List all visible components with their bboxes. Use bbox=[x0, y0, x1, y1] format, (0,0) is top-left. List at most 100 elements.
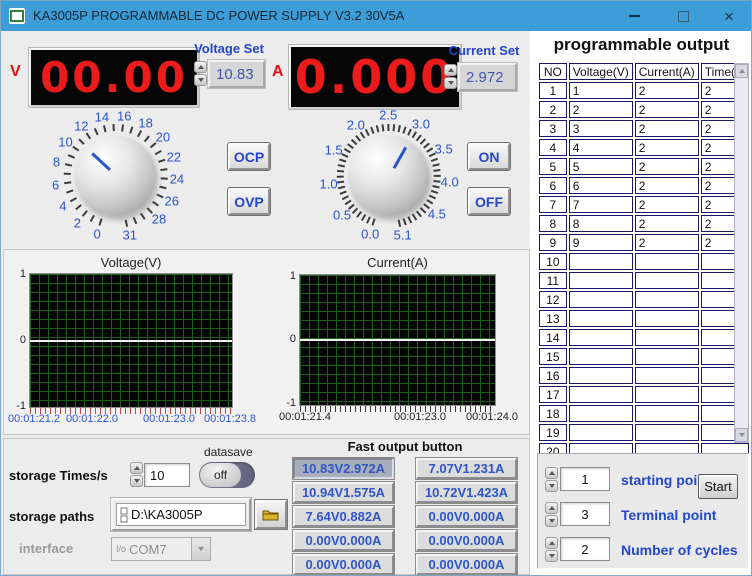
dial-tick bbox=[376, 125, 379, 132]
fast-output-button[interactable]: 10.72V1.423A bbox=[416, 482, 517, 503]
current-decrement-button[interactable] bbox=[444, 77, 457, 89]
fast-output-button[interactable]: 0.00V0.000A bbox=[293, 554, 394, 575]
ocp-button[interactable]: OCP bbox=[228, 143, 270, 170]
terminal-point-decrement-button[interactable] bbox=[545, 515, 558, 527]
dial-tick bbox=[344, 148, 351, 153]
table-scrollbar[interactable] bbox=[734, 63, 749, 443]
dial-tick bbox=[103, 125, 106, 132]
off-button[interactable]: OFF bbox=[468, 188, 510, 215]
cycles-input[interactable] bbox=[561, 541, 609, 558]
column-header-no[interactable]: NO bbox=[539, 63, 567, 80]
table-cell[interactable]: 8 bbox=[569, 215, 633, 232]
starting-point-increment-button[interactable] bbox=[545, 467, 558, 479]
table-cell[interactable] bbox=[635, 386, 699, 403]
table-cell[interactable]: 2 bbox=[635, 101, 699, 118]
fast-output-button[interactable]: 10.83V2.972A bbox=[293, 458, 394, 479]
browse-folder-button[interactable] bbox=[255, 500, 287, 529]
voltage-increment-button[interactable] bbox=[194, 61, 207, 73]
storage-path-input[interactable] bbox=[129, 507, 236, 522]
table-cell[interactable] bbox=[569, 424, 633, 441]
table-cell[interactable]: 6 bbox=[569, 177, 633, 194]
fast-output-button[interactable]: 0.00V0.000A bbox=[293, 530, 394, 551]
terminal-point-input[interactable] bbox=[561, 506, 609, 523]
scrollbar-up-icon[interactable] bbox=[735, 64, 748, 78]
current-increment-button[interactable] bbox=[444, 64, 457, 76]
table-cell[interactable]: 9 bbox=[569, 234, 633, 251]
dial-tick bbox=[433, 185, 440, 188]
table-cell[interactable]: 2 bbox=[569, 101, 633, 118]
voltage-set-spinner bbox=[194, 61, 207, 86]
table-cell[interactable] bbox=[635, 329, 699, 346]
table-cell[interactable]: 2 bbox=[635, 139, 699, 156]
table-cell[interactable] bbox=[569, 253, 633, 270]
storage-times-increment-button[interactable] bbox=[130, 462, 143, 474]
table-cell[interactable] bbox=[635, 405, 699, 422]
table-cell[interactable]: 1 bbox=[569, 82, 633, 99]
dial-tick bbox=[342, 196, 349, 200]
table-cell[interactable] bbox=[569, 348, 633, 365]
table-cell[interactable]: 7 bbox=[569, 196, 633, 213]
table-cell[interactable] bbox=[569, 310, 633, 327]
dial-tick bbox=[420, 138, 426, 144]
interface-label: interface bbox=[19, 541, 73, 556]
table-row-number: 10 bbox=[539, 253, 567, 270]
table-cell[interactable]: 2 bbox=[635, 215, 699, 232]
starting-point-input[interactable] bbox=[561, 471, 609, 488]
on-button[interactable]: ON bbox=[468, 143, 510, 170]
fast-output-button[interactable]: 0.00V0.000A bbox=[416, 506, 517, 527]
table-cell[interactable]: 2 bbox=[635, 196, 699, 213]
minimize-icon[interactable] bbox=[614, 1, 654, 31]
dial-tick bbox=[153, 201, 160, 206]
fast-output-button[interactable]: 7.64V0.882A bbox=[293, 506, 394, 527]
close-icon[interactable]: × bbox=[709, 1, 749, 31]
maximize-icon[interactable] bbox=[663, 1, 703, 31]
table-cell[interactable]: 2 bbox=[635, 234, 699, 251]
cycles-decrement-button[interactable] bbox=[545, 550, 558, 562]
ovp-button[interactable]: OVP bbox=[228, 188, 270, 215]
storage-times-input[interactable] bbox=[145, 464, 189, 486]
table-cell[interactable] bbox=[635, 253, 699, 270]
table-cell[interactable]: 3 bbox=[569, 120, 633, 137]
table-cell[interactable] bbox=[635, 310, 699, 327]
table-cell[interactable] bbox=[635, 291, 699, 308]
table-cell[interactable]: 2 bbox=[635, 158, 699, 175]
table-cell[interactable] bbox=[569, 367, 633, 384]
datasave-toggle[interactable]: off bbox=[199, 462, 255, 488]
table-row: 8822 bbox=[539, 215, 749, 232]
storage-times-decrement-button[interactable] bbox=[130, 475, 143, 487]
fast-output-button[interactable]: 0.00V0.000A bbox=[416, 530, 517, 551]
interface-dropdown[interactable]: I/o COM7 bbox=[111, 537, 211, 561]
fast-output-title: Fast output button bbox=[291, 439, 519, 454]
starting-point-decrement-button[interactable] bbox=[545, 480, 558, 492]
column-header-current[interactable]: Current(A) bbox=[635, 63, 699, 80]
table-cell[interactable]: 4 bbox=[569, 139, 633, 156]
title-bar: KA3005P PROGRAMMABLE DC POWER SUPPLY V3.… bbox=[1, 1, 752, 31]
table-cell[interactable]: 2 bbox=[635, 82, 699, 99]
table-cell[interactable] bbox=[569, 329, 633, 346]
table-cell[interactable] bbox=[569, 272, 633, 289]
table-cell[interactable]: 5 bbox=[569, 158, 633, 175]
fast-output-button[interactable]: 7.07V1.231A bbox=[416, 458, 517, 479]
table-cell[interactable] bbox=[569, 386, 633, 403]
table-cell[interactable] bbox=[635, 367, 699, 384]
table-cell[interactable] bbox=[635, 348, 699, 365]
start-button[interactable]: Start bbox=[698, 474, 738, 499]
table-cell[interactable] bbox=[569, 405, 633, 422]
column-header-voltage[interactable]: Voltage(V) bbox=[569, 63, 633, 80]
fast-output-button[interactable]: 10.94V1.575A bbox=[293, 482, 394, 503]
dial-tick bbox=[338, 165, 345, 168]
table-cell[interactable]: 2 bbox=[635, 177, 699, 194]
voltage-decrement-button[interactable] bbox=[194, 74, 207, 86]
scrollbar-down-icon[interactable] bbox=[735, 428, 748, 442]
voltage-set-input[interactable] bbox=[210, 62, 263, 86]
table-cell[interactable] bbox=[635, 272, 699, 289]
current-set-input[interactable] bbox=[460, 65, 515, 89]
cycles-increment-button[interactable] bbox=[545, 537, 558, 549]
dial-scale-label: 22 bbox=[167, 149, 181, 164]
fast-output-button[interactable]: 0.00V0.000A bbox=[416, 554, 517, 575]
table-cell[interactable] bbox=[569, 291, 633, 308]
table-cell[interactable]: 2 bbox=[635, 120, 699, 137]
dial-tick bbox=[125, 220, 128, 227]
terminal-point-increment-button[interactable] bbox=[545, 502, 558, 514]
table-cell[interactable] bbox=[635, 424, 699, 441]
